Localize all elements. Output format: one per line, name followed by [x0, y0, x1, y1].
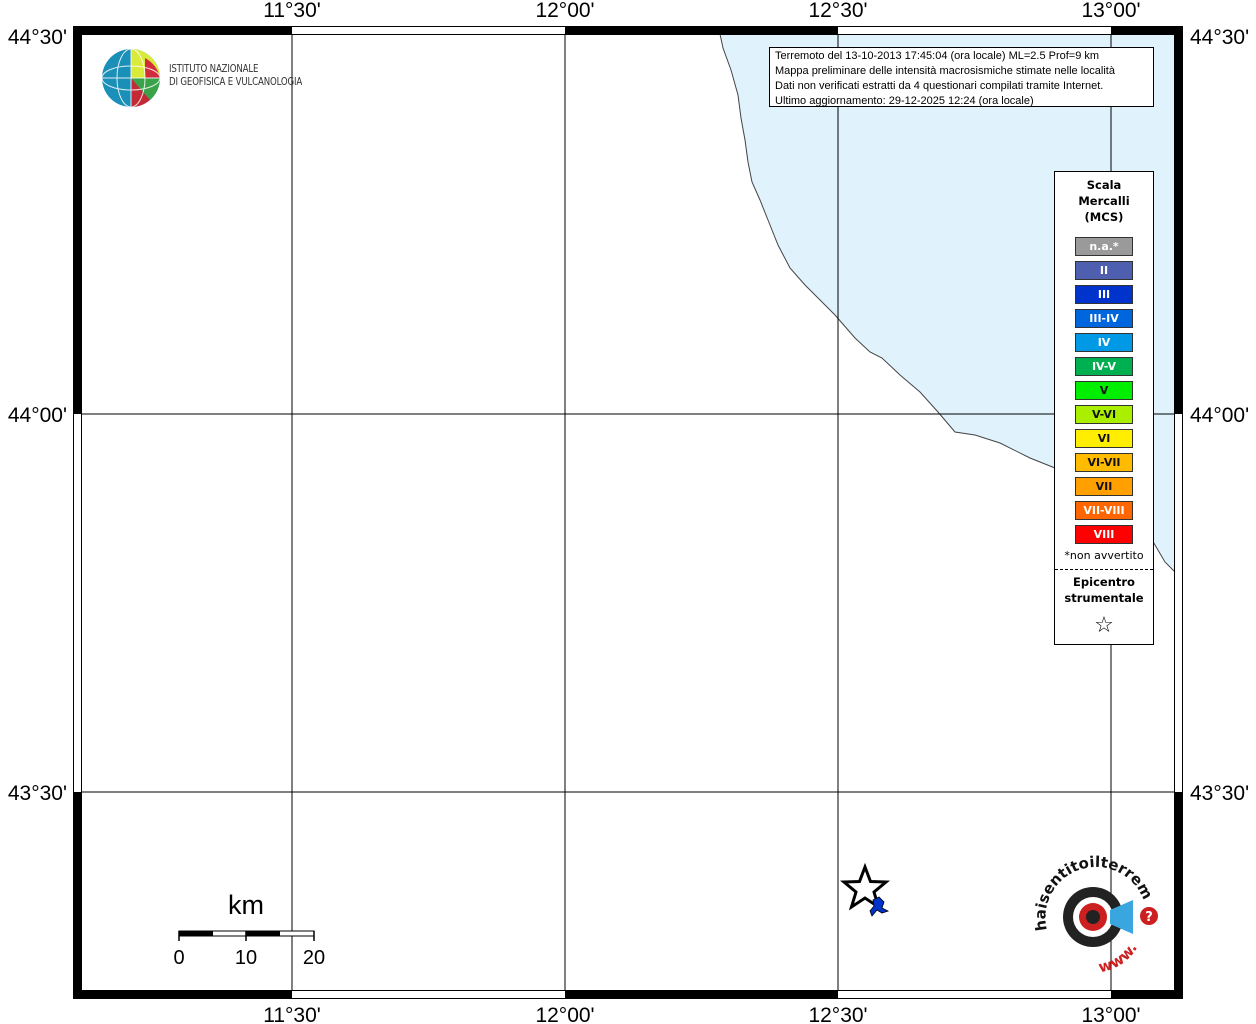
legend-items: n.a.* II III III-IV IV IV-V V V-VI VI VI-VII VII VI… — [1055, 237, 1153, 544]
ingv-logo-icon — [101, 48, 161, 108]
lon-label-bottom-3: 12°30' — [808, 1004, 867, 1024]
scale-tick-0: 0 — [173, 947, 184, 969]
mcs-legend: Scala Mercalli (MCS) n.a.* II III III-IV IV I… — [1054, 171, 1154, 645]
lon-label-top-4: 13°00' — [1081, 0, 1140, 22]
legend-note: *non avvertito — [1064, 549, 1144, 562]
event-info-line-3: Dati non verificati estratti da 4 questi… — [775, 80, 1104, 92]
lon-label-bottom-1: 11°30' — [263, 1004, 321, 1024]
event-info-box: Terremoto del 13-10-2013 17:45:04 (ora l… — [769, 47, 1154, 107]
legend-item-n-a: n.a.* — [1075, 237, 1133, 256]
event-info-line-4: Ultimo aggiornamento: 29-12-2025 12:24 (… — [775, 95, 1034, 107]
scale-unit: km — [228, 890, 264, 920]
lon-label-bottom-4: 13°00' — [1081, 1004, 1140, 1024]
legend-item-iv-v: IV-V — [1075, 357, 1133, 376]
legend-star-icon: ☆ — [1094, 613, 1114, 638]
legend-item-vi-vii: VI-VII — [1075, 453, 1133, 472]
event-info-line-2: Mappa preliminare delle intensità macros… — [775, 65, 1115, 77]
lon-label-top-3: 12°30' — [808, 0, 867, 22]
lon-label-top-2: 12°00' — [535, 0, 594, 22]
legend-item-ii: II — [1075, 261, 1133, 280]
legend-item-vii: VII — [1075, 477, 1133, 496]
legend-item-v-vi: V-VI — [1075, 405, 1133, 424]
legend-item-vii-viii: VII-VIII — [1075, 501, 1133, 520]
legend-epi-2: strumentale — [1064, 591, 1144, 605]
legend-separator — [1055, 569, 1153, 570]
lat-label-right-2: 44°00' — [1190, 404, 1249, 427]
lon-label-bottom-2: 12°00' — [535, 1004, 594, 1024]
ingv-line-1: ISTITUTO NAZIONALE — [169, 63, 259, 75]
lat-label-left-3: 43°30' — [8, 782, 67, 805]
lon-label-top-1: 11°30' — [263, 0, 321, 22]
lat-label-right-1: 44°30' — [1190, 26, 1249, 49]
legend-item-iv: IV — [1075, 333, 1133, 352]
ingv-logo-text: ISTITUTO NAZIONALE DI GEOFISICA E VULCAN… — [169, 63, 331, 89]
legend-title: Scala Mercalli (MCS) — [1055, 177, 1153, 225]
legend-item-iii: III — [1075, 285, 1133, 304]
legend-epi-1: Epicentro — [1073, 575, 1135, 589]
hst-badge: ? — [1145, 910, 1153, 925]
legend-item-viii: VIII — [1075, 525, 1133, 544]
legend-title-1: Scala — [1086, 178, 1122, 192]
lat-label-left-2: 44°00' — [8, 404, 67, 427]
scale-tick-10: 10 — [235, 947, 257, 969]
legend-item-v: V — [1075, 381, 1133, 400]
legend-item-vi: VI — [1075, 429, 1133, 448]
event-info-line-1: Terremoto del 13-10-2013 17:45:04 (ora l… — [775, 50, 1100, 62]
legend-title-3: (MCS) — [1084, 210, 1124, 224]
legend-title-2: Mercalli — [1078, 194, 1130, 208]
ingv-line-2: DI GEOFISICA E VULCANOLOGIA — [169, 76, 303, 88]
lat-label-left-1: 44°30' — [8, 26, 67, 49]
legend-epicenter-title: Epicentro strumentale — [1055, 574, 1153, 606]
legend-item-iii-iv: III-IV — [1075, 309, 1133, 328]
lat-label-right-3: 43°30' — [1190, 782, 1249, 805]
scale-tick-20: 20 — [303, 947, 325, 969]
